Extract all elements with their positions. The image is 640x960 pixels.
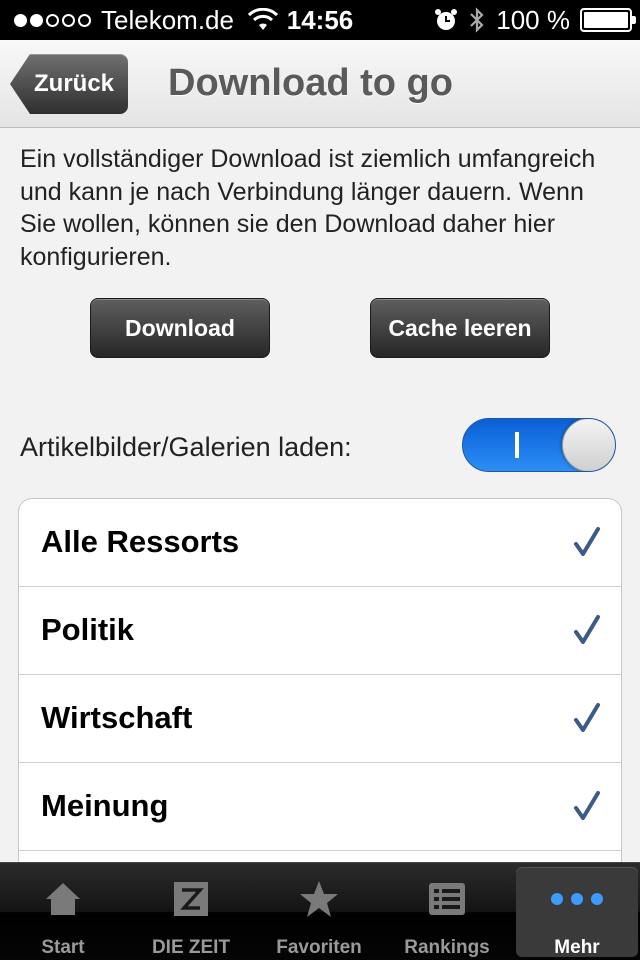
tab-start[interactable]: Start (2, 867, 124, 958)
list-icon (429, 883, 465, 915)
images-toggle-switch[interactable] (462, 418, 616, 472)
tab-rankings[interactable]: Rankings (386, 867, 508, 958)
tab-bar: Start DIE ZEIT Favoriten Rankings Mehr (0, 862, 640, 960)
page-title: Download to go (168, 62, 453, 104)
alarm-clock-icon (435, 9, 458, 30)
tab-label: DIE ZEIT (151, 937, 231, 958)
tab-label: Rankings (404, 937, 490, 958)
back-button[interactable]: Zurück (10, 54, 129, 114)
list-item-wirtschaft[interactable]: Wirtschaft (19, 675, 621, 763)
tab-favoriten[interactable]: Favoriten (258, 867, 380, 958)
checkmark-icon (574, 615, 600, 644)
download-button[interactable]: Download (90, 298, 270, 358)
carrier-name: Telekom.de (101, 5, 234, 35)
tab-label: Mehr (554, 937, 600, 958)
intro-text: Ein vollständiger Download ist ziemlich … (20, 145, 596, 271)
signal-strength-icon (14, 13, 91, 27)
tab-label: Start (41, 937, 85, 958)
clear-cache-button[interactable]: Cache leeren (370, 298, 550, 358)
zeit-logo-icon (174, 882, 208, 916)
list-item-label: Meinung (41, 788, 169, 823)
checkmark-icon (574, 527, 600, 556)
more-dots-icon (551, 893, 603, 905)
status-right: 100 % (434, 5, 636, 35)
tab-die-zeit[interactable]: DIE ZEIT (130, 867, 252, 958)
list-item-label: Wirtschaft (41, 700, 193, 735)
status-bar: Telekom.de 14:56 100 % (0, 0, 640, 40)
battery-fill (584, 12, 628, 28)
battery-icon (580, 8, 636, 32)
home-icon (46, 883, 80, 915)
checkmark-icon (574, 703, 600, 732)
bluetooth-icon (470, 7, 484, 33)
list-item-meinung[interactable]: Meinung (19, 763, 621, 851)
images-toggle-label: Artikelbilder/Galerien laden: (20, 432, 352, 462)
list-item-politik[interactable]: Politik (19, 587, 621, 675)
battery-percentage: 100 % (496, 5, 570, 35)
list-item-alle-ressorts[interactable]: Alle Ressorts (19, 499, 621, 587)
list-item-label: Politik (41, 612, 135, 647)
status-left: Telekom.de (14, 6, 278, 34)
ressort-list: Alle Ressorts Politik Wirtschaft Meinung (18, 498, 622, 878)
list-item-label: Alle Ressorts (41, 524, 240, 559)
star-icon (300, 881, 338, 917)
wifi-icon (247, 8, 278, 30)
toggle-knob[interactable] (562, 419, 615, 471)
tab-label: Favoriten (276, 937, 362, 958)
checkmark-icon (574, 791, 600, 820)
toggle-on-mark (515, 432, 519, 458)
navigation-bar: Zurück Download to go (0, 40, 640, 128)
tab-mehr[interactable]: Mehr (516, 867, 638, 958)
